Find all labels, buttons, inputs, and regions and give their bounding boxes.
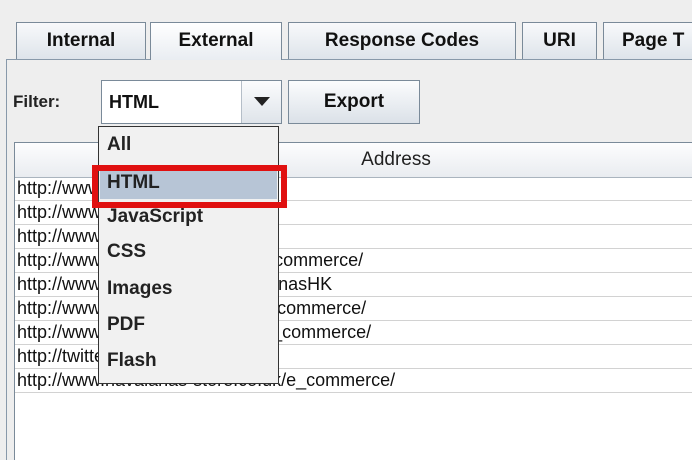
filter-option-images[interactable]: Images (100, 273, 277, 305)
tab-external[interactable]: External (150, 22, 282, 60)
filter-label: Filter: (13, 92, 61, 111)
tab-uri[interactable]: URI (522, 22, 597, 60)
tab-uri-label: URI (543, 29, 576, 51)
tab-strip: Internal External Response Codes URI Pag… (0, 0, 692, 60)
filter-option-pdf[interactable]: PDF (100, 309, 277, 341)
filter-option-css[interactable]: CSS (100, 236, 277, 268)
filter-option-all[interactable]: All (100, 129, 277, 161)
tab-page-titles-label: Page T (622, 29, 685, 51)
chevron-down-icon (253, 97, 270, 106)
tab-response-codes[interactable]: Response Codes (288, 22, 516, 60)
tab-page-titles[interactable]: Page T (603, 22, 692, 60)
tab-internal-label: Internal (46, 29, 116, 51)
highlight-box (92, 165, 287, 208)
tab-internal[interactable]: Internal (16, 22, 146, 60)
filter-option-flash[interactable]: Flash (100, 345, 277, 377)
tab-external-label: External (178, 29, 254, 51)
filter-select[interactable]: HTML (101, 80, 282, 124)
app-window: Internal External Response Codes URI Pag… (0, 0, 692, 460)
export-button[interactable]: Export (288, 80, 420, 124)
header-column-index[interactable] (15, 143, 100, 177)
tab-response-codes-label: Response Codes (324, 29, 480, 51)
filter-dropdown-button[interactable] (241, 81, 281, 123)
filter-selected-value: HTML (109, 92, 159, 112)
